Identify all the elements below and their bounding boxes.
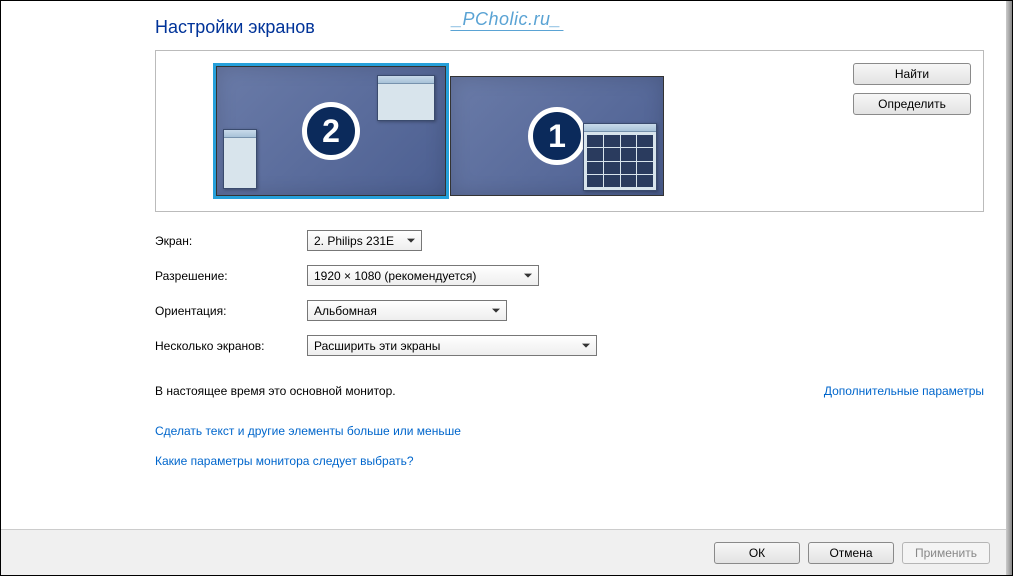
settings-panel: Настройки экранов Найти Определить 2 1	[1, 1, 1012, 529]
resolution-value: 1920 × 1080 (рекомендуется)	[314, 269, 476, 283]
orientation-value: Альбомная	[314, 304, 377, 318]
main-display-status: В настоящее время это основной монитор.	[155, 384, 396, 398]
monitor-number-badge: 2	[302, 102, 360, 160]
watermark-text: _PCholic.ru_	[450, 9, 563, 31]
display-dropdown[interactable]: 2. Philips 231E	[307, 230, 422, 251]
settings-form: Экран: 2. Philips 231E Разрешение: 1920 …	[155, 230, 984, 476]
multiple-displays-label: Несколько экранов:	[155, 339, 307, 353]
monitor-side-buttons: Найти Определить	[853, 63, 971, 115]
window-border	[1006, 1, 1012, 575]
cancel-button[interactable]: Отмена	[808, 542, 894, 564]
detect-button[interactable]: Найти	[853, 63, 971, 85]
which-settings-link[interactable]: Какие параметры монитора следует выбрать…	[155, 454, 414, 468]
monitor-icons: 2 1	[216, 66, 664, 196]
mini-calculator-icon	[583, 123, 657, 191]
resolution-dropdown[interactable]: 1920 × 1080 (рекомендуется)	[307, 265, 539, 286]
monitor-number-badge: 1	[528, 107, 586, 165]
orientation-label: Ориентация:	[155, 304, 307, 318]
page-title: Настройки экранов	[155, 17, 984, 38]
mini-panel-icon	[223, 129, 257, 189]
monitor-2[interactable]: 2	[216, 66, 446, 196]
ok-button[interactable]: ОК	[714, 542, 800, 564]
dialog-footer: ОК Отмена Применить	[1, 529, 1012, 575]
monitor-1[interactable]: 1	[450, 76, 664, 196]
monitor-arrangement-frame: Найти Определить 2 1	[155, 50, 984, 212]
advanced-settings-link[interactable]: Дополнительные параметры	[824, 384, 984, 398]
identify-button[interactable]: Определить	[853, 93, 971, 115]
resolution-label: Разрешение:	[155, 269, 307, 283]
apply-button: Применить	[902, 542, 990, 564]
text-size-link[interactable]: Сделать текст и другие элементы больше и…	[155, 424, 461, 438]
orientation-dropdown[interactable]: Альбомная	[307, 300, 507, 321]
mini-window-icon	[377, 75, 435, 121]
multiple-displays-value: Расширить эти экраны	[314, 339, 440, 353]
display-label: Экран:	[155, 234, 307, 248]
display-value: 2. Philips 231E	[314, 234, 394, 248]
multiple-displays-dropdown[interactable]: Расширить эти экраны	[307, 335, 597, 356]
